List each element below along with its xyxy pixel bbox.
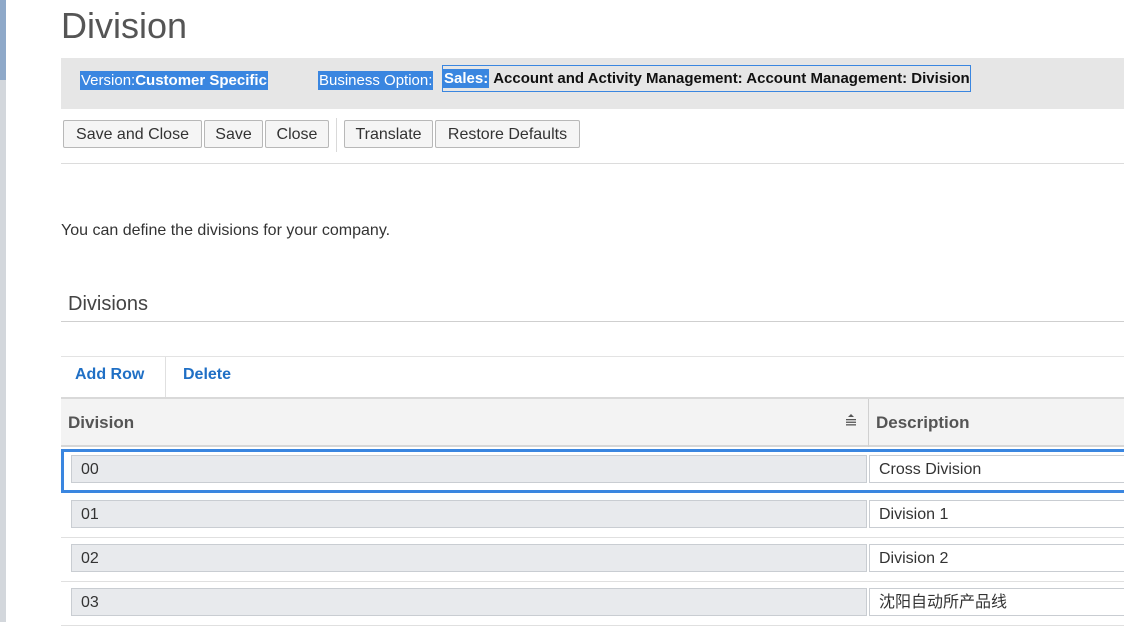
save-button[interactable]: Save <box>204 120 263 148</box>
division-cell[interactable]: 02 <box>71 544 867 572</box>
column-separator[interactable] <box>868 399 869 447</box>
table-toolbar: Add Row Delete <box>61 356 1124 397</box>
sort-ascending-icon[interactable] <box>844 413 858 427</box>
description-cell[interactable]: Division 1 <box>869 500 1124 528</box>
delete-button[interactable]: Delete <box>183 366 231 384</box>
description-cell[interactable]: Division 2 <box>869 544 1124 572</box>
section-title: Divisions <box>68 293 149 315</box>
business-option-highlight: Sales: <box>443 69 490 88</box>
business-option-label: Business Option: <box>318 71 434 90</box>
left-window-edge <box>0 0 6 622</box>
division-cell[interactable]: 00 <box>71 455 867 483</box>
version-info: Version:Customer Specific <box>80 71 268 90</box>
description-cell[interactable]: Cross Division <box>869 455 1124 483</box>
toolbar-separator <box>336 118 337 152</box>
table-toolbar-separator <box>165 357 166 397</box>
table-row[interactable]: 03 沈阳自动所产品线 <box>61 582 1124 626</box>
intro-text: You can define the divisions for your co… <box>61 222 391 239</box>
toolbar-divider <box>61 163 1124 164</box>
restore-defaults-button[interactable]: Restore Defaults <box>435 120 580 148</box>
save-and-close-button[interactable]: Save and Close <box>63 120 202 148</box>
business-option-value[interactable]: Sales: Account and Activity Management: A… <box>442 65 971 92</box>
table-header: Division Description <box>61 397 1124 447</box>
version-label: Version: <box>81 72 136 89</box>
division-cell[interactable]: 01 <box>71 500 867 528</box>
left-window-edge-accent <box>0 0 6 80</box>
page-title: Division <box>61 5 188 46</box>
table-row[interactable]: 00 Cross Division <box>61 449 1124 493</box>
context-info-bar: Version:Customer Specific Business Optio… <box>61 58 1124 109</box>
table-row[interactable]: 01 Division 1 <box>61 494 1124 538</box>
add-row-button[interactable]: Add Row <box>75 366 144 384</box>
section-divider <box>61 321 1124 322</box>
main-toolbar: Save and Close Save Close Translate Rest… <box>61 118 1124 152</box>
column-header-division[interactable]: Division <box>68 413 134 433</box>
description-cell[interactable]: 沈阳自动所产品线 <box>869 588 1124 616</box>
translate-button[interactable]: Translate <box>344 120 433 148</box>
close-button[interactable]: Close <box>265 120 329 148</box>
table-row[interactable]: 02 Division 2 <box>61 538 1124 582</box>
column-header-description[interactable]: Description <box>876 413 970 433</box>
business-option-path: Account and Activity Management: Account… <box>493 70 970 87</box>
division-cell[interactable]: 03 <box>71 588 867 616</box>
version-value: Customer Specific <box>135 72 267 89</box>
